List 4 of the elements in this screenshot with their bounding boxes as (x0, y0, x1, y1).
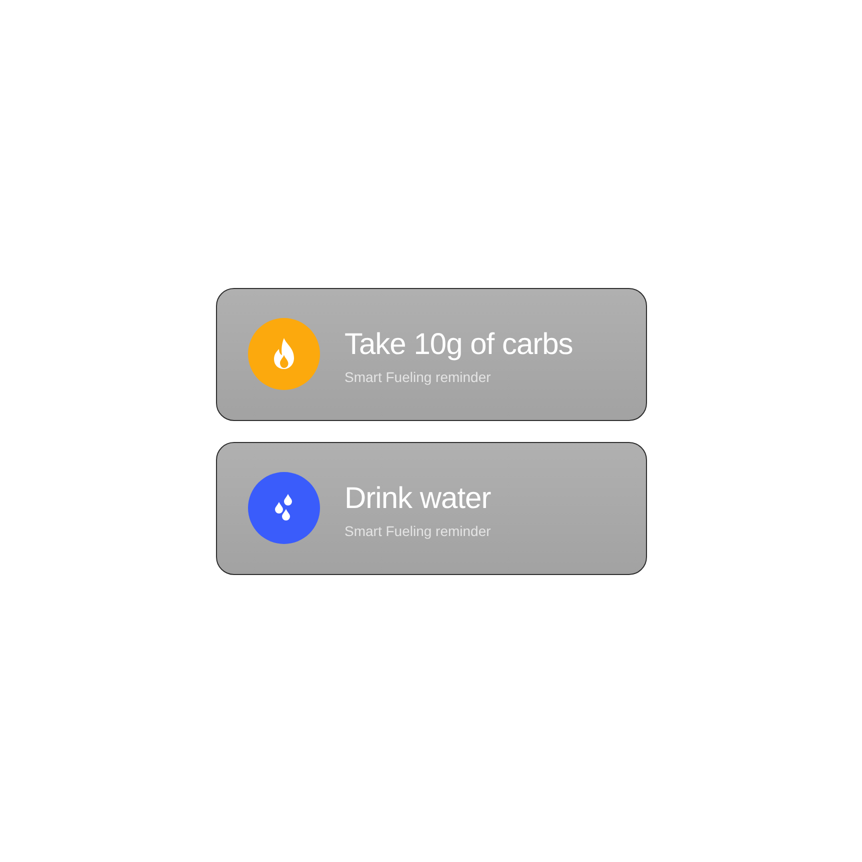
reminder-title: Take 10g of carbs (344, 328, 573, 362)
reminder-title: Drink water (344, 482, 491, 516)
reminder-subtitle: Smart Fueling reminder (344, 370, 492, 386)
reminder-subtitle: Smart Fueling reminder (344, 524, 491, 540)
